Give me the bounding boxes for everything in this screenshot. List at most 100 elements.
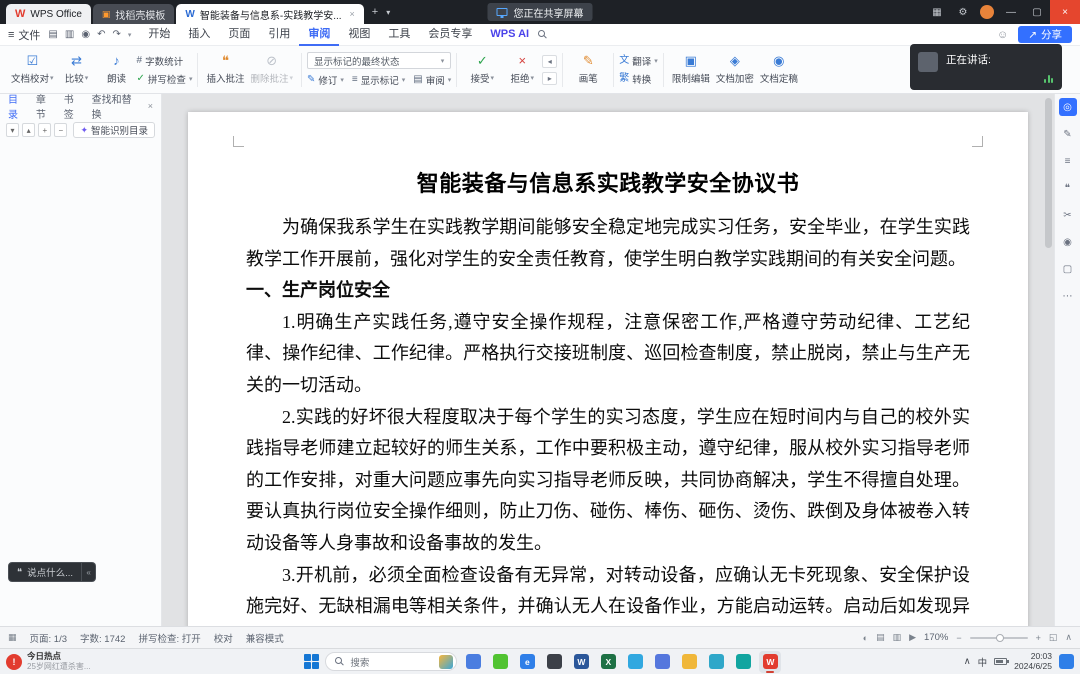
battery-icon[interactable] — [994, 658, 1007, 665]
tab-current-document[interactable]: W 智能装备与信息系-实践教学安... × — [176, 4, 363, 24]
ink-pen-button[interactable]: ✎ 画笔 — [568, 49, 608, 91]
accept-change-button[interactable]: ✓ 接受▾ — [462, 49, 502, 91]
tab-insert[interactable]: 插入 — [179, 24, 219, 46]
pages-grid-icon[interactable]: ▦ — [8, 632, 17, 643]
tab-review[interactable]: 审阅 — [299, 24, 339, 46]
translate-button[interactable]: 文 翻译 ▾ — [619, 54, 658, 68]
expand-all-button[interactable]: ▴ — [22, 123, 35, 137]
spell-check-button[interactable]: ✓ 拼写检查 ▾ — [137, 72, 193, 86]
zoom-in-outline-button[interactable]: + — [38, 123, 51, 137]
convert-button[interactable]: 繁 转换 — [619, 72, 658, 86]
sidebar-tab-chapters[interactable]: 章节 — [36, 91, 55, 121]
zoom-level[interactable]: 170% — [924, 632, 948, 643]
taskbar-app-10[interactable] — [705, 651, 727, 673]
sidebar-tab-find-replace[interactable]: 查找和替换 — [92, 91, 139, 121]
word-count-button[interactable]: # 字数统计 — [137, 54, 193, 68]
save-icon[interactable]: ▤ — [48, 29, 57, 40]
comment-icon[interactable]: ❝ — [1059, 179, 1077, 197]
locate-icon[interactable]: ◎ — [1059, 98, 1077, 116]
tab-member[interactable]: 会员专享 — [419, 24, 481, 46]
proofread-indicator[interactable]: 校对 — [214, 631, 233, 645]
tab-view[interactable]: 视图 — [339, 24, 379, 46]
tab-list-chevron-icon[interactable]: ▾ — [386, 8, 390, 17]
close-tab-icon[interactable]: × — [350, 9, 355, 19]
minimize-button[interactable]: — — [998, 0, 1024, 24]
finalize-document-button[interactable]: ◉ 文档定稿 — [757, 49, 801, 91]
tab-start[interactable]: 开始 — [139, 24, 179, 46]
start-button[interactable] — [302, 653, 320, 671]
tab-wps-ai[interactable]: WPS AI — [481, 24, 538, 46]
vertical-scrollbar[interactable] — [1045, 98, 1052, 248]
read-layout-icon[interactable]: ▥ — [893, 632, 902, 643]
more-icon[interactable]: ⋯ — [1059, 287, 1077, 305]
encrypt-document-button[interactable]: ◈ 文档加密 — [713, 49, 757, 91]
redo-icon[interactable]: ↷ — [112, 29, 120, 40]
taskbar-app-3[interactable]: e — [516, 651, 538, 673]
eye-protection-icon[interactable]: ◐ — [863, 633, 868, 643]
pen-icon[interactable]: ✎ — [1059, 125, 1077, 143]
zoom-in-button[interactable]: + — [1036, 633, 1041, 643]
taskbar-app-8[interactable] — [651, 651, 673, 673]
tab-docer-templates[interactable]: ▣ 找稻壳模板 — [93, 4, 175, 24]
restrict-editing-button[interactable]: ▣ 限制编辑 — [669, 49, 713, 91]
taskbar-search-box[interactable]: 搜索 — [325, 652, 457, 671]
taskbar-app-wps[interactable]: W — [759, 651, 781, 673]
tab-page[interactable]: 页面 — [219, 24, 259, 46]
sidebar-tab-bookmarks[interactable]: 书签 — [64, 91, 83, 121]
collapse-all-button[interactable]: ▾ — [6, 123, 19, 137]
shape-icon[interactable]: ▢ — [1059, 260, 1077, 278]
previous-change-button[interactable]: ◂ — [542, 55, 557, 68]
zoom-slider[interactable] — [970, 637, 1028, 639]
show-markup-button[interactable]: ≡ 显示标记 ▾ — [352, 73, 405, 87]
print-icon[interactable]: ▥ — [65, 29, 74, 40]
reject-change-button[interactable]: × 拒绝▾ — [502, 49, 542, 91]
track-changes-button[interactable]: ✎ 修订 ▾ — [307, 73, 344, 87]
taskbar-app-4[interactable] — [543, 651, 565, 673]
notifications-icon[interactable] — [1059, 654, 1074, 669]
zoom-out-button[interactable]: − — [956, 633, 961, 643]
document-page[interactable]: 智能装备与信息系实践教学安全协议书 为确保我系学生在实践教学期间能够安全稳定地完… — [188, 112, 1028, 626]
doc-proofread-button[interactable]: ☑ 文档校对▾ — [8, 49, 57, 91]
chat-input[interactable]: ❝ 说点什么... — [8, 562, 82, 582]
tab-wps-home[interactable]: W WPS Office — [6, 4, 91, 24]
file-menu[interactable]: ≡ 文件 — [8, 27, 40, 43]
smart-toc-button[interactable]: ✦ 智能识别目录 — [73, 122, 155, 138]
quick-tools-chevron-icon[interactable]: ▾ — [128, 31, 132, 39]
read-aloud-button[interactable]: ♪ 朗读 — [97, 49, 137, 91]
taskbar-app-1[interactable] — [462, 651, 484, 673]
markup-state-select[interactable]: 显示标记的最终状态 ▾ — [307, 52, 451, 69]
taskbar-app-9[interactable] — [678, 651, 700, 673]
clock[interactable]: 20:03 2024/6/25 — [1014, 652, 1052, 671]
review-pane-button[interactable]: ▤ 审阅 ▾ — [413, 73, 451, 87]
stamp-icon[interactable]: ◉ — [1059, 233, 1077, 251]
collapse-chat-icon[interactable]: « — [82, 562, 96, 582]
page-view-icon[interactable]: ▤ — [876, 632, 885, 643]
maximize-button[interactable]: ▢ — [1024, 0, 1050, 24]
tray-expand-icon[interactable]: ∧ — [964, 656, 971, 667]
taskbar-app-2[interactable] — [489, 651, 511, 673]
spellcheck-indicator[interactable]: 拼写检查: 打开 — [138, 631, 200, 645]
compat-mode-indicator[interactable]: 兼容模式 — [246, 631, 284, 645]
collapse-toolbar-icon[interactable]: ∧ — [1065, 632, 1072, 643]
next-change-button[interactable]: ▸ — [542, 72, 557, 85]
share-button[interactable]: ↗ 分享 — [1018, 26, 1072, 43]
avatar[interactable] — [980, 5, 994, 19]
fullscreen-icon[interactable]: ◱ — [1049, 632, 1058, 643]
close-button[interactable]: × — [1050, 0, 1080, 24]
ime-indicator[interactable]: 中 — [978, 655, 988, 669]
new-tab-button[interactable]: + — [372, 6, 378, 18]
scissors-icon[interactable]: ✂ — [1059, 206, 1077, 224]
outline-icon[interactable]: ≡ — [1059, 152, 1077, 170]
taskbar-app-11[interactable] — [732, 651, 754, 673]
tab-reference[interactable]: 引用 — [259, 24, 299, 46]
taskbar-app-6[interactable]: X — [597, 651, 619, 673]
taskbar-app-7[interactable] — [624, 651, 646, 673]
close-sidebar-icon[interactable]: × — [148, 101, 153, 111]
compare-button[interactable]: ⇄ 比较▾ — [57, 49, 97, 91]
today-hotspot-widget[interactable]: ! 今日热点 25岁网红遭杀害... — [6, 652, 128, 671]
sidebar-tab-contents[interactable]: 目录 — [8, 91, 27, 121]
feedback-icon[interactable]: ☺ — [997, 29, 1008, 41]
workspace-icon[interactable]: ▦ — [924, 0, 950, 24]
tab-tools[interactable]: 工具 — [379, 24, 419, 46]
undo-icon[interactable]: ↶ — [97, 29, 105, 40]
